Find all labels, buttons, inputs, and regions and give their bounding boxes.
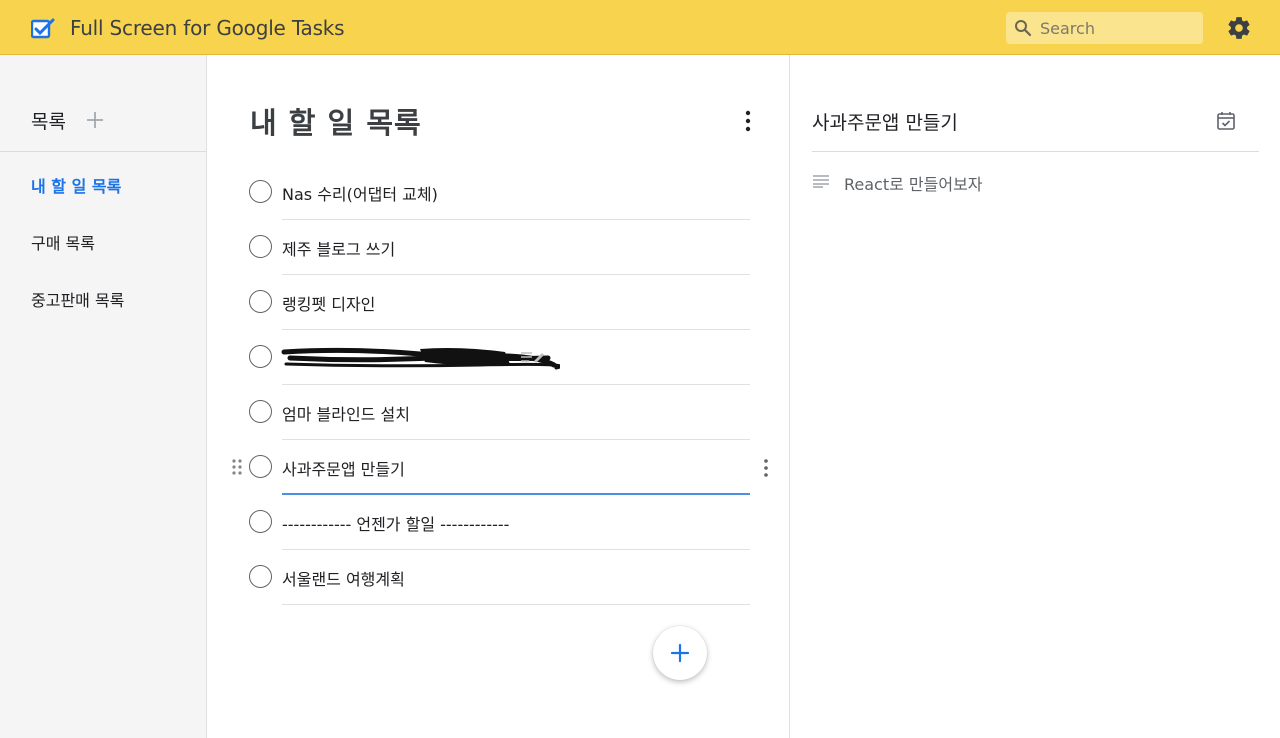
task-divider — [282, 604, 750, 605]
add-task-button[interactable] — [653, 626, 707, 680]
calendar-icon[interactable] — [1215, 110, 1237, 132]
task-checkbox[interactable] — [249, 180, 272, 203]
plus-icon — [670, 643, 690, 663]
task-checkbox[interactable] — [249, 455, 272, 478]
detail-divider — [812, 151, 1259, 152]
notes-icon — [813, 175, 829, 188]
task-checkbox[interactable] — [249, 290, 272, 313]
task-title[interactable]: Nas 수리(어댑터 교체) — [282, 181, 438, 205]
notes-edit-icon — [521, 352, 544, 363]
sidebar-header: 목록 — [0, 55, 206, 152]
add-list-icon[interactable] — [83, 108, 107, 132]
gear-icon[interactable] — [1226, 15, 1252, 41]
top-bar: Full Screen for Google Tasks — [0, 0, 1280, 55]
detail-title[interactable]: 사과주문앱 만들기 — [812, 108, 958, 135]
search-input[interactable] — [1040, 16, 1195, 40]
task-title[interactable]: 엄마 블라인드 설치 — [282, 401, 410, 425]
task-title[interactable]: 서울랜드 여행계획 — [282, 566, 405, 590]
more-vert-icon[interactable] — [738, 108, 758, 134]
sidebar-item-label: 구매 목록 — [31, 234, 95, 253]
sidebar: 목록 내 할 일 목록 구매 목록 중고판매 목록 — [0, 55, 207, 738]
app-title: Full Screen for Google Tasks — [70, 16, 345, 40]
task-detail-panel: 사과주문앱 만들기 React로 만들어보자 — [789, 55, 1280, 738]
task-checkbox[interactable] — [249, 345, 272, 368]
search-box[interactable] — [1006, 12, 1203, 44]
task-title[interactable]: 제주 블로그 쓰기 — [282, 236, 395, 260]
task-row[interactable]: 제주 블로그 쓰기 — [207, 220, 789, 275]
task-title[interactable]: ------------ 언젠가 할일 ------------ — [282, 511, 509, 535]
detail-notes[interactable]: React로 만들어보자 — [844, 171, 983, 195]
sidebar-item-purchase[interactable]: 구매 목록 — [0, 224, 206, 264]
task-more-icon[interactable] — [760, 457, 772, 479]
redaction-scribble — [281, 347, 560, 370]
sidebar-item-label: 내 할 일 목록 — [31, 177, 122, 196]
task-title[interactable]: 랭킹펫 디자인 — [282, 291, 375, 315]
sidebar-title: 목록 — [31, 111, 66, 133]
task-row-selected[interactable]: 사과주문앱 만들기 — [207, 440, 789, 495]
task-list-panel: 내 할 일 목록 Nas 수리(어댑터 교체) 제주 블로그 쓰기 랭킹펫 디자… — [207, 55, 789, 738]
task-checkbox[interactable] — [249, 400, 272, 423]
task-row[interactable]: 랭킹펫 디자인 — [207, 275, 789, 330]
task-row[interactable]: Nas 수리(어댑터 교체) — [207, 165, 789, 220]
task-title[interactable]: 사과주문앱 만들기 — [282, 456, 405, 480]
task-row[interactable]: ------------ 언젠가 할일 ------------ — [207, 495, 789, 550]
task-checkbox[interactable] — [249, 235, 272, 258]
search-icon — [1015, 20, 1032, 37]
sidebar-item-used-sales[interactable]: 중고판매 목록 — [0, 281, 206, 321]
task-row[interactable]: 서울랜드 여행계획 — [207, 550, 789, 605]
drag-handle-icon[interactable] — [231, 458, 243, 476]
task-checkbox[interactable] — [249, 565, 272, 588]
task-row[interactable]: 엄마 블라인드 설치 — [207, 385, 789, 440]
list-title: 내 할 일 목록 — [250, 106, 422, 140]
sidebar-item-label: 중고판매 목록 — [31, 291, 125, 310]
sidebar-item-my-tasks[interactable]: 내 할 일 목록 — [0, 167, 206, 207]
task-row[interactable] — [207, 330, 789, 385]
task-checkbox[interactable] — [249, 510, 272, 533]
tasks-logo-icon — [31, 18, 55, 39]
